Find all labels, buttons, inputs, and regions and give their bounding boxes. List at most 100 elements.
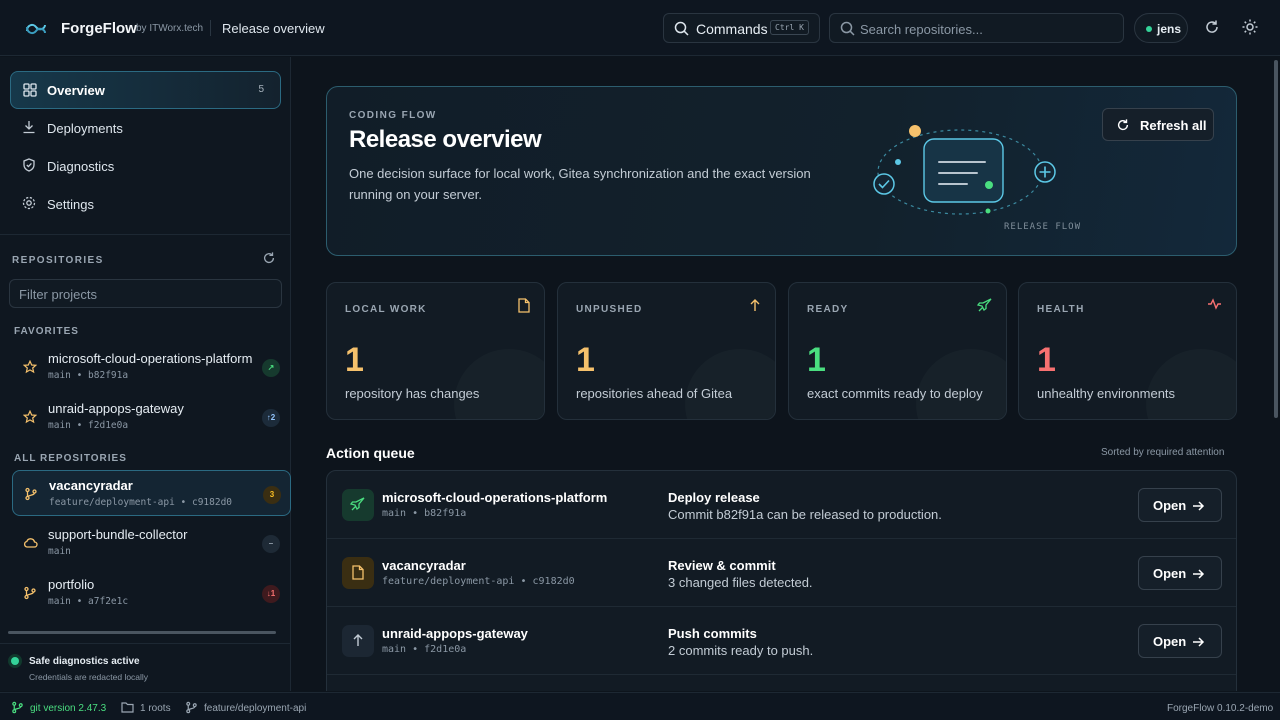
- stat-caption: exact commits ready to deploy: [807, 386, 983, 401]
- arrow-up-icon: [342, 625, 374, 657]
- stat-value: 1: [345, 341, 364, 379]
- stat-card-local-work[interactable]: LOCAL WORK 1 repository has changes: [326, 282, 545, 420]
- repo-name: portfolio: [48, 577, 95, 592]
- action-repo-branch: main • f2d1e0a: [382, 644, 467, 655]
- favorite-repo-item[interactable]: microsoft-cloud-operations-platform main…: [12, 344, 291, 390]
- stat-card-health[interactable]: HEALTH 1 unhealthy environments: [1018, 282, 1237, 420]
- repositories-title: REPOSITORIES: [12, 255, 104, 266]
- repository-search: [829, 13, 1124, 43]
- action-title: Deploy release: [668, 490, 760, 505]
- stat-card-unpushed[interactable]: UNPUSHED 1 repositories ahead of Gitea: [557, 282, 776, 420]
- theme-toggle-icon[interactable]: [1242, 19, 1258, 35]
- stat-value: 1: [576, 341, 595, 379]
- nav-label: Deployments: [47, 121, 123, 136]
- action-title: Push commits: [668, 626, 757, 641]
- cloud-icon: [23, 536, 38, 550]
- sidebar: Overview 5 Deployments Diagnostics Setti…: [0, 57, 291, 691]
- favorites-title: FAVORITES: [14, 326, 79, 337]
- repo-name: support-bundle-collector: [48, 527, 188, 542]
- hero-description: One decision surface for local work, Git…: [349, 166, 811, 202]
- hero-kicker: CODING FLOW: [349, 110, 437, 121]
- git-branch-icon: [185, 701, 198, 714]
- action-repo-name: vacancyradar: [382, 558, 466, 573]
- search-icon: [840, 21, 855, 36]
- nav-label: Overview: [47, 83, 105, 98]
- card-glow: [916, 349, 1006, 419]
- repo-item-vacancyradar[interactable]: vacancyradar feature/deployment-api • c9…: [12, 470, 291, 516]
- star-icon[interactable]: [23, 410, 37, 424]
- repo-status-badge: –: [262, 535, 280, 553]
- open-button[interactable]: Open: [1138, 488, 1222, 522]
- repo-branch: main • a7f2e1c: [48, 596, 129, 607]
- repo-branch: feature/deployment-api • c9182d0: [49, 497, 233, 508]
- repo-branch: main • b82f91a: [48, 370, 129, 381]
- stat-caption: repository has changes: [345, 386, 480, 401]
- nav-item-settings[interactable]: Settings: [10, 185, 281, 223]
- brand-name: ForgeFlow: [61, 20, 137, 37]
- nav-count: 5: [258, 84, 264, 95]
- refresh-icon[interactable]: [1204, 19, 1220, 35]
- action-queue: microsoft-cloud-operations-platform main…: [326, 470, 1237, 691]
- topbar-divider: [210, 20, 211, 36]
- repo-branch: main: [48, 546, 71, 557]
- release-flow-illustration: [867, 117, 1067, 227]
- open-button[interactable]: Open: [1138, 556, 1222, 590]
- repo-name: microsoft-cloud-operations-platform: [48, 351, 253, 366]
- action-repo-name: microsoft-cloud-operations-platform: [382, 490, 608, 505]
- stat-label: UNPUSHED: [576, 304, 643, 315]
- hero-panel: CODING FLOW Release overview One decisio…: [326, 86, 1237, 256]
- refresh-icon: [1116, 118, 1130, 132]
- safe-status-dot: [11, 657, 19, 665]
- nav-item-diagnostics[interactable]: Diagnostics: [10, 147, 281, 185]
- sidebar-divider: [0, 234, 291, 235]
- git-branch-icon: [23, 586, 37, 600]
- rocket-icon: [977, 298, 992, 313]
- repo-item-portfolio[interactable]: portfolio main • a7f2e1c ↓1: [12, 570, 291, 616]
- filter-projects-input[interactable]: [19, 286, 269, 302]
- repo-status-badge: ↓1: [262, 585, 280, 603]
- current-branch: feature/deployment-api: [204, 703, 307, 714]
- action-detail: Commit b82f91a can be released to produc…: [668, 507, 942, 522]
- download-icon: [22, 120, 36, 134]
- search-input[interactable]: [860, 20, 1115, 38]
- git-version: git version 2.47.3: [30, 703, 107, 714]
- refresh-all-button[interactable]: Refresh all: [1102, 108, 1214, 141]
- safe-subtitle: Credentials are redacted locally: [29, 672, 149, 682]
- open-button[interactable]: Open: [1138, 624, 1222, 658]
- nav-label: Settings: [47, 197, 94, 212]
- refresh-all-label: Refresh all: [1140, 118, 1207, 133]
- repo-branch: main • f2d1e0a: [48, 420, 129, 431]
- all-repositories-title: ALL REPOSITORIES: [14, 453, 127, 464]
- status-bar: git version 2.47.3 1 roots feature/deplo…: [0, 692, 1280, 720]
- nav-item-overview[interactable]: Overview 5: [10, 71, 281, 109]
- file-icon: [342, 557, 374, 589]
- arrow-right-icon: [1192, 500, 1205, 512]
- file-icon: [518, 298, 530, 313]
- refresh-repositories-icon[interactable]: [262, 251, 276, 265]
- rocket-icon: [342, 489, 374, 521]
- action-row: unraid-appops-gateway main • f2d1e0a Pus…: [327, 607, 1236, 675]
- repo-item-support-bundle-collector[interactable]: support-bundle-collector main –: [12, 520, 291, 566]
- open-label: Open: [1153, 634, 1187, 649]
- stat-card-ready[interactable]: READY 1 exact commits ready to deploy: [788, 282, 1007, 420]
- action-row: vacancyradar feature/deployment-api • c9…: [327, 539, 1236, 607]
- stat-label: READY: [807, 304, 849, 315]
- commands-button[interactable]: Commands Ctrl K: [663, 13, 820, 43]
- action-repo-branch: feature/deployment-api • c9182d0: [382, 576, 575, 587]
- action-repo-name: unraid-appops-gateway: [382, 626, 528, 641]
- star-icon[interactable]: [23, 360, 37, 374]
- sidebar-horizontal-scrollbar[interactable]: [8, 631, 276, 634]
- open-label: Open: [1153, 566, 1187, 581]
- stat-label: LOCAL WORK: [345, 304, 427, 315]
- action-detail: 3 changed files detected.: [668, 575, 813, 590]
- main-vertical-scrollbar[interactable]: [1274, 60, 1278, 418]
- stat-label: HEALTH: [1037, 304, 1085, 315]
- git-branch-icon: [11, 701, 24, 714]
- stat-value: 1: [1037, 341, 1056, 379]
- favorite-repo-item[interactable]: unraid-appops-gateway main • f2d1e0a ↑2: [12, 394, 291, 440]
- action-detail: 2 commits ready to push.: [668, 643, 814, 658]
- action-repo-branch: main • b82f91a: [382, 508, 467, 519]
- user-menu[interactable]: jens: [1134, 13, 1188, 43]
- repo-status-badge: ↑2: [262, 409, 280, 427]
- nav-item-deployments[interactable]: Deployments: [10, 109, 281, 147]
